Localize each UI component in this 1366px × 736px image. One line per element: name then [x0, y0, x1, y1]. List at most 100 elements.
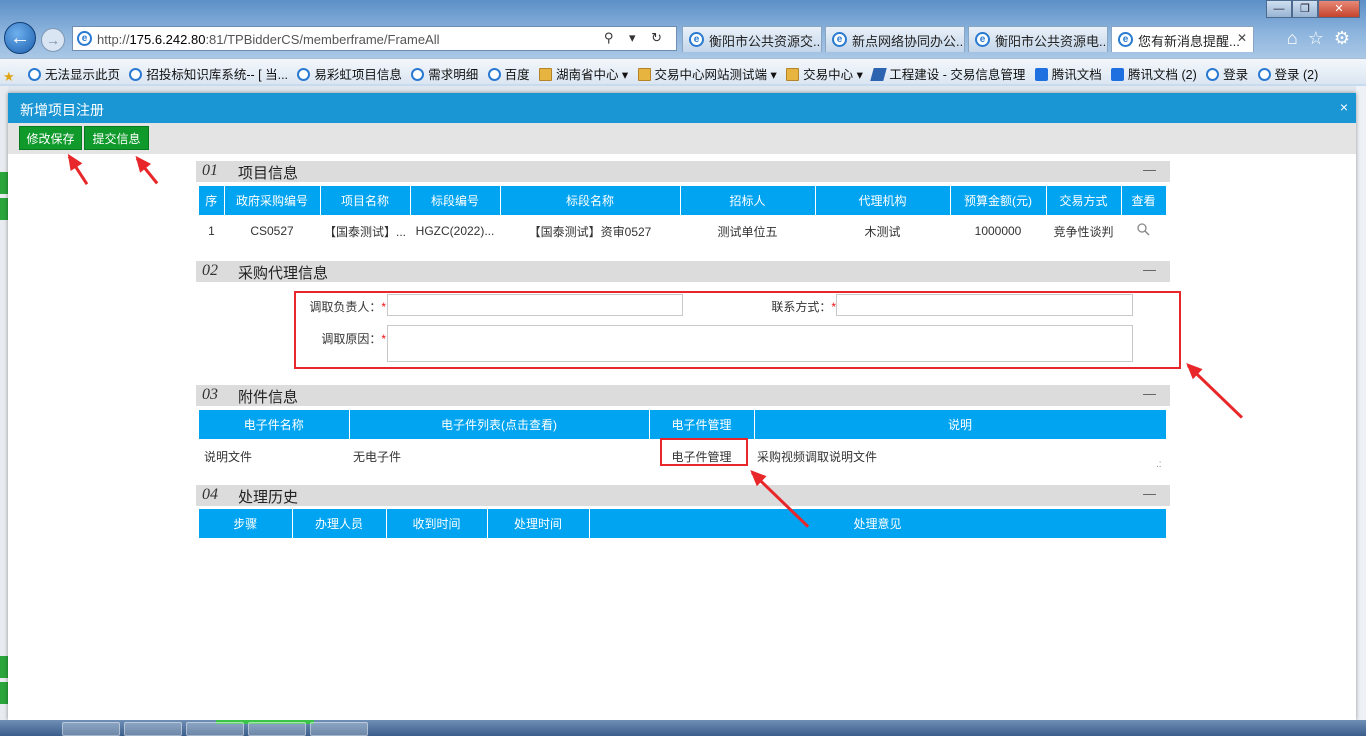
favorite-link[interactable]: 需求明细: [408, 59, 481, 84]
column-header: 处理意见: [589, 509, 1167, 538]
section-title: 处理历史: [238, 489, 299, 506]
address-tools-icons[interactable]: ⚲ ▾ ↻: [604, 30, 668, 46]
taskbar-app[interactable]: [124, 722, 182, 736]
collapse-icon[interactable]: —: [1143, 162, 1156, 177]
column-header: 预算金额(元): [950, 186, 1047, 215]
annotation-arrow: [135, 157, 159, 185]
tab-close-icon[interactable]: ✕: [1237, 31, 1247, 45]
collapse-icon[interactable]: —: [1143, 386, 1156, 401]
back-button[interactable]: ←: [4, 22, 36, 54]
background-scrollbar: [1356, 86, 1366, 736]
background-green-tab: [0, 172, 8, 194]
browser-tab-2[interactable]: e 新点网络协同办公...: [825, 26, 965, 52]
column-header: 代理机构: [815, 186, 951, 215]
column-header: 序: [199, 186, 225, 215]
section-project-info-header: 01 项目信息 —: [196, 161, 1170, 182]
annotation-box-manage: [660, 438, 748, 466]
annotation-arrow: [67, 155, 89, 185]
column-header: 电子件列表(点击查看): [349, 410, 650, 439]
collapse-icon[interactable]: —: [1143, 262, 1156, 277]
favorite-link[interactable]: 登录: [1203, 59, 1251, 84]
section-title: 附件信息: [238, 389, 299, 406]
background-green-tab: [0, 682, 8, 704]
section-number: 03: [202, 386, 218, 403]
favorite-link[interactable]: 招投标知识库系统-- [ 当...: [126, 59, 291, 84]
column-header: 办理人员: [292, 509, 387, 538]
favorite-link[interactable]: 易彩虹项目信息: [294, 59, 405, 84]
project-info-table: 序 政府采购编号 项目名称 标段编号 标段名称 招标人 代理机构 预算金额(元)…: [199, 186, 1167, 247]
favorite-link[interactable]: 腾讯文档 (2): [1108, 59, 1200, 84]
taskbar-app[interactable]: [310, 722, 368, 736]
browser-tab-1[interactable]: e 衡阳市公共资源交...: [682, 26, 822, 52]
favorite-folder[interactable]: 交易中心 ▾: [783, 59, 866, 84]
favorite-link[interactable]: 工程建设 - 交易信息管理: [869, 59, 1028, 84]
taskbar-app[interactable]: [62, 722, 120, 736]
attachment-list[interactable]: 无电子件: [349, 439, 649, 473]
table-row: 1 CS0527 【国泰测试】... HGZC(2022)... 【国泰测试】资…: [199, 215, 1166, 247]
cell-section-name: 【国泰测试】资审0527: [528, 224, 652, 239]
address-url[interactable]: http://175.6.242.80:81/TPBidderCS/member…: [97, 32, 440, 47]
table-header-row: 步骤 办理人员 收到时间 处理时间 处理意见: [199, 509, 1167, 538]
favorite-folder[interactable]: 交易中心网站测试端 ▾: [635, 59, 780, 84]
section-title: 项目信息: [238, 165, 299, 182]
table-header-row: 电子件名称 电子件列表(点击查看) 电子件管理 说明: [199, 410, 1167, 439]
ie-tab-icon: e: [975, 32, 990, 47]
resize-grip-icon: .:: [1156, 459, 1162, 470]
column-header: 标段名称: [500, 186, 681, 215]
browser-tab-3[interactable]: e 衡阳市公共资源电...: [968, 26, 1108, 52]
favorite-link[interactable]: 登录 (2): [1255, 59, 1322, 84]
taskbar-app[interactable]: [186, 722, 244, 736]
cell-index: 1: [208, 224, 215, 238]
favorites-star-icon[interactable]: ★: [0, 63, 22, 84]
save-button[interactable]: 修改保存: [19, 126, 82, 150]
restore-button[interactable]: ❐: [1292, 0, 1318, 18]
attachment-name: 说明文件: [204, 449, 253, 464]
collapse-icon[interactable]: —: [1143, 486, 1156, 501]
ie-tab-icon: e: [832, 32, 847, 47]
section-history-header: 04 处理历史 —: [196, 485, 1170, 506]
address-bar[interactable]: e http://175.6.242.80:81/TPBidderCS/memb…: [72, 26, 677, 51]
home-icon[interactable]: ⌂: [1287, 28, 1308, 48]
forward-button[interactable]: →: [41, 28, 65, 52]
cell-agency: 木测试: [864, 224, 901, 239]
browser-tab-4-active[interactable]: e 您有新消息提醒... ✕: [1111, 26, 1254, 52]
settings-gear-icon[interactable]: ⚙: [1334, 28, 1360, 48]
cell-project-name: 【国泰测试】...: [323, 224, 406, 239]
column-header: 项目名称: [320, 186, 411, 215]
column-header: 步骤: [199, 509, 293, 538]
column-header: 电子件名称: [199, 410, 350, 439]
column-header: 说明: [754, 410, 1167, 439]
os-taskbar: [0, 720, 1366, 736]
cell-trade-method: 竞争性谈判: [1053, 224, 1114, 239]
dialog-toolbar: 修改保存 提交信息: [8, 123, 1356, 154]
column-header: 交易方式: [1046, 186, 1122, 215]
view-search-icon[interactable]: [1121, 215, 1166, 247]
favorite-link[interactable]: 百度: [485, 59, 533, 84]
favorite-folder[interactable]: 湖南省中心 ▾: [536, 59, 631, 84]
dialog-header: 新增项目注册 ×: [8, 93, 1356, 123]
column-header: 电子件管理: [649, 410, 755, 439]
annotation-box-form: [294, 291, 1181, 369]
column-header: 标段编号: [410, 186, 501, 215]
favorites-star-icon[interactable]: ☆: [1308, 28, 1334, 48]
annotation-arrow: [1186, 364, 1243, 419]
section-number: 02: [202, 262, 218, 279]
minimize-button[interactable]: —: [1266, 0, 1292, 18]
window-close-button[interactable]: ✕: [1318, 0, 1360, 18]
section-number: 04: [202, 486, 218, 503]
attachment-description: 采购视频调取说明文件: [757, 449, 878, 464]
ie-tab-icon: e: [1118, 32, 1133, 47]
ie-tab-icon: e: [689, 32, 704, 47]
dialog-close-icon[interactable]: ×: [1340, 99, 1348, 115]
favorite-link[interactable]: 无法显示此页: [25, 59, 123, 84]
taskbar-app[interactable]: [248, 722, 306, 736]
submit-button[interactable]: 提交信息: [84, 126, 149, 150]
section-number: 01: [202, 162, 218, 179]
cell-procurement-no: CS0527: [250, 224, 294, 238]
background-green-tab: [0, 198, 8, 220]
section-agent-info-header: 02 采购代理信息 —: [196, 261, 1170, 282]
column-header: 招标人: [680, 186, 816, 215]
favorite-link[interactable]: 腾讯文档: [1032, 59, 1105, 84]
window-controls: — ❐ ✕: [1266, 0, 1360, 18]
favorites-bar: ★ 无法显示此页 招投标知识库系统-- [ 当... 易彩虹项目信息 需求明细 …: [0, 58, 1366, 84]
